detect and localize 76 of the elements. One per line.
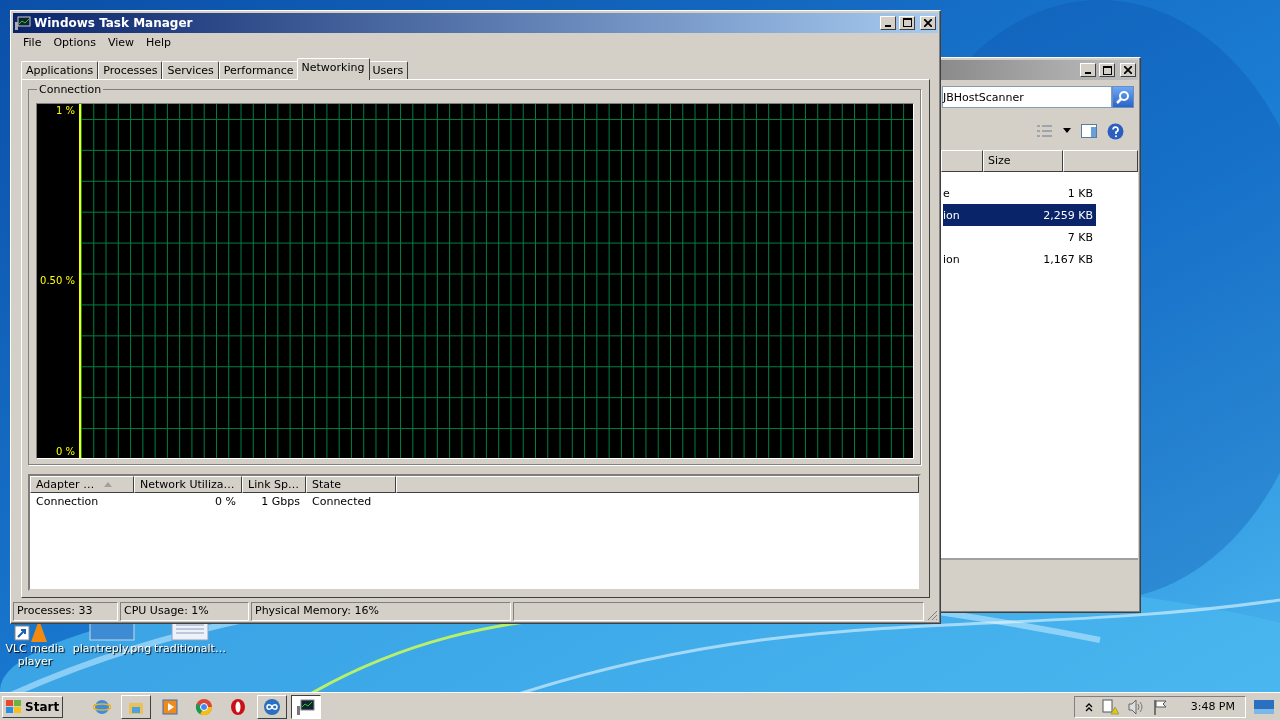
preview-pane-icon[interactable] [1081,124,1097,138]
column-header[interactable] [941,150,983,172]
dropdown-icon[interactable] [1063,128,1071,134]
close-icon [1124,66,1132,74]
opera-icon [229,697,248,716]
help-icon[interactable] [1107,122,1124,140]
column-header[interactable]: State [306,475,396,493]
status-text: CPU Usage: 1% [120,602,249,621]
column-header[interactable]: Link Sp… [242,475,306,493]
menu-item[interactable]: Options [47,35,102,49]
file-name: ion [943,208,960,222]
axis-label: 1 % [55,104,76,116]
close-button[interactable] [1120,63,1136,77]
column-header[interactable]: Network Utiliza… [134,475,242,493]
menu-item[interactable]: Help [140,35,178,49]
chevron-up-icon[interactable] [1084,701,1093,712]
maximize-icon [1102,65,1112,75]
globe-icon [93,697,112,716]
address-field[interactable]: JBHostScanner [942,86,1112,108]
axis-label: 0 % [55,445,76,457]
network-warning-icon[interactable] [1100,698,1119,715]
close-button[interactable] [920,16,936,30]
clock: 3:48 PM [1190,700,1235,713]
status-text: Physical Memory: 16% [251,602,511,621]
tab[interactable]: Users [367,60,409,79]
tab[interactable]: Processes [98,60,163,79]
icon-label: VLC media player [4,642,66,668]
infinity-icon [263,697,282,716]
close-icon [924,19,932,27]
file-row[interactable]: ion 2,259 KB [943,204,1096,226]
menu-item[interactable]: File [17,35,48,49]
status-text: Processes: 33 [13,602,118,621]
search-icon [1116,90,1130,104]
file-name: e [943,186,950,200]
table-cell-text: 0 % [214,495,237,509]
menu-item[interactable]: View [101,35,140,49]
file-size: 2,259 KB [1043,208,1093,222]
file-row[interactable]: e 1 KB [943,182,1096,204]
minimize-button[interactable] [880,16,896,30]
file-name: ion [943,252,960,266]
maximize-button[interactable] [1099,63,1115,77]
tab[interactable]: Performance [218,60,299,79]
maximize-button[interactable] [899,16,915,30]
column-header[interactable]: Adapter … [30,475,134,493]
windows-logo-icon [6,699,22,714]
tab[interactable]: Networking [296,57,370,80]
play-icon [161,697,180,716]
axis-label: 0.50 % [40,275,76,287]
tab[interactable]: Applications [21,60,99,79]
file-size: 1,167 KB [1043,252,1093,266]
show-desktop-icon[interactable] [1254,699,1274,714]
column-header[interactable]: Size [983,150,1063,172]
minimize-button[interactable] [1080,63,1096,77]
monitor-icon [15,16,31,30]
table-cell-text: Connection [35,495,100,509]
start-button[interactable]: Start [2,695,64,718]
sort-arrow-icon [104,481,113,487]
tab[interactable]: Services [162,60,219,79]
resize-grip-icon[interactable] [926,609,938,621]
group-title: Connection [37,82,104,96]
file-row[interactable]: 7 KB [943,226,1096,248]
table-cell-text: Connected [311,495,373,509]
search-button[interactable] [1112,86,1134,108]
taskbar-button[interactable] [291,694,322,719]
icon-label: traditionalt… [154,642,226,655]
chrome-icon [195,697,214,716]
maximize-icon [902,18,912,28]
icon-label: plantreply.png [72,642,152,655]
speaker-icon[interactable] [1126,698,1145,715]
flag-icon[interactable] [1152,698,1169,715]
file-size: 7 KB [1067,230,1093,244]
file-size: 1 KB [1067,186,1093,200]
file-row[interactable]: ion 1,167 KB [943,248,1096,270]
window-title: Windows Task Manager [34,16,194,30]
table-cell-text: 1 Gbps [260,495,301,509]
monitor-icon [296,697,317,716]
